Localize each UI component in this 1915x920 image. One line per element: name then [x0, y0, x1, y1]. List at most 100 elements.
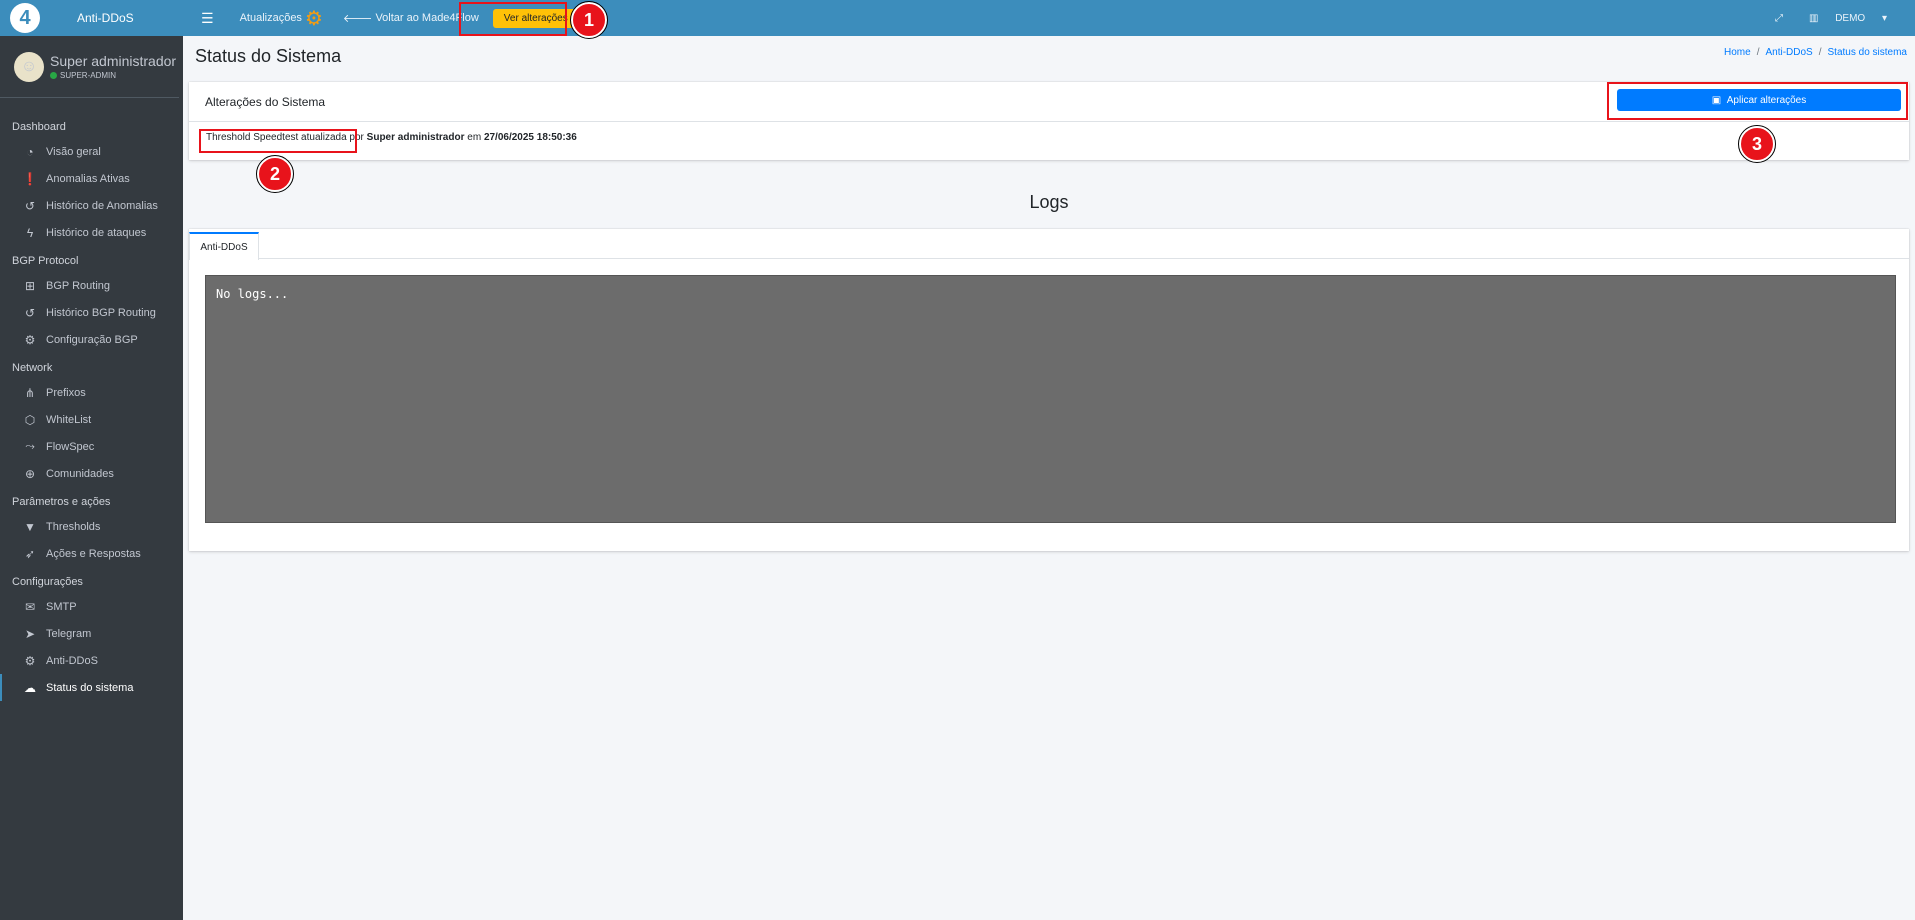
sidebar-item-label: Anti-DDoS: [46, 654, 98, 667]
telegram-icon: ➤: [24, 626, 36, 641]
sidebar-item-acoes-respostas[interactable]: ➶ Ações e Respostas: [0, 540, 183, 567]
route-icon: ⤳: [25, 439, 35, 453]
page-title: Status do Sistema: [195, 46, 342, 66]
shield-icon: ⬡: [24, 412, 36, 427]
content: Status do Sistema Home / Anti-DDoS / Status …: [183, 36, 1915, 920]
sidebar-item-label: Visão geral: [46, 145, 101, 158]
brand-logo-icon: 4: [10, 3, 40, 33]
sidebar-item-label: Prefixos: [46, 386, 86, 399]
brand[interactable]: 4 Anti-DDoS: [0, 0, 183, 36]
sidebar: 4 Anti-DDoS ☺ Super administrador SUPER-…: [0, 0, 183, 920]
sidebar-item-label: Thresholds: [46, 520, 101, 533]
logs-card: Anti-DDoS No logs...: [189, 229, 1909, 551]
exclamation-icon: ❗: [22, 171, 38, 186]
log-output[interactable]: No logs...: [205, 275, 1896, 523]
sidebar-item-prefixos[interactable]: ⋔ Prefixos: [0, 379, 183, 406]
cloud-upload-icon: ☁: [24, 680, 36, 695]
sidebar-item-label: Histórico de ataques: [46, 226, 147, 239]
breadcrumb-home[interactable]: Home: [1724, 47, 1751, 58]
sidebar-item-configuracao-bgp[interactable]: ⚙ Configuração BGP: [0, 326, 183, 353]
user-name[interactable]: Super administrador: [50, 53, 176, 69]
account-label: DEMO: [1835, 12, 1866, 24]
annotation-badge-3: 3: [1738, 125, 1776, 163]
sidebar-item-label: FlowSpec: [46, 440, 95, 453]
annotation-box-1: [459, 2, 567, 36]
sidebar-item-label: Anomalias Ativas: [46, 172, 130, 185]
sidebar-item-telegram[interactable]: ➤ Telegram: [0, 620, 183, 647]
sidebar-item-status-sistema[interactable]: ☁ Status do sistema: [0, 674, 183, 701]
tachometer-icon: ◔: [26, 144, 34, 159]
breadcrumb-separator: /: [1756, 47, 1760, 58]
breadcrumb-anti-ddos[interactable]: Anti-DDoS: [1765, 47, 1812, 58]
sitemap-icon: ⊞: [24, 278, 36, 293]
mail-server-icon: ✉: [24, 599, 36, 614]
sidebar-item-label: Configuração BGP: [46, 333, 138, 346]
globe-icon: ⊕: [24, 466, 36, 481]
annotation-badge-2: 2: [256, 155, 294, 193]
sidebar-item-flowspec[interactable]: ⤳ FlowSpec: [0, 433, 183, 460]
sidebar-item-label: WhiteList: [46, 413, 92, 426]
hamburger-menu-icon[interactable]: ☰: [201, 10, 214, 27]
breadcrumb-separator: /: [1818, 47, 1822, 58]
gears-icon: ⚙: [24, 653, 36, 668]
user-role-text: SUPER-ADMIN: [60, 71, 117, 80]
user-panel[interactable]: ☺ Super administrador SUPER-ADMIN: [0, 36, 179, 98]
sidebar-item-label: BGP Routing: [46, 279, 111, 292]
sidebar-item-anomalias-ativas[interactable]: ❗ Anomalias Ativas: [0, 165, 183, 192]
sidebar-item-comunidades[interactable]: ⊕ Comunidades: [0, 460, 183, 487]
user-info: Super administrador SUPER-ADMIN: [50, 53, 176, 80]
change-entry-user: Super administrador: [366, 132, 465, 143]
tab-anti-ddos[interactable]: Anti-DDoS: [189, 232, 259, 260]
sidebar-item-label: SMTP: [46, 600, 77, 613]
breadcrumb-current: Status do sistema: [1827, 47, 1907, 58]
sidebar-item-historico-ataques[interactable]: ϟ Histórico de ataques: [0, 219, 183, 246]
updates-label: Atualizações: [239, 12, 302, 24]
account-dropdown[interactable]: ▥ DEMO ▾: [1809, 13, 1901, 24]
arrow-left-icon: 🡐: [342, 13, 373, 25]
top-right-controls: ⤢ ▥ DEMO ▾: [1775, 13, 1915, 24]
history-icon: ↺: [24, 305, 36, 320]
brand-text: Anti-DDoS: [77, 11, 134, 25]
sidebar-item-bgp-routing[interactable]: ⊞ BGP Routing: [0, 272, 183, 299]
nav-header-network: Network: [12, 362, 53, 374]
change-entry-time: 27/06/2025 18:50:36: [483, 132, 577, 143]
building-icon: ▥: [1808, 12, 1819, 24]
breadcrumb: Home / Anti-DDoS / Status do sistema: [1724, 47, 1907, 58]
sidebar-item-label: Histórico BGP Routing: [46, 306, 156, 319]
gear-icon: ⚙: [304, 7, 323, 30]
sidebar-item-label: Telegram: [46, 627, 92, 640]
sidebar-item-whitelist[interactable]: ⬡ WhiteList: [0, 406, 183, 433]
sidebar-item-historico-anomalias[interactable]: ↺ Histórico de Anomalias: [0, 192, 183, 219]
annotation-badge-1: 1: [570, 1, 608, 39]
sidebar-item-anti-ddos[interactable]: ⚙ Anti-DDoS: [0, 647, 183, 674]
nav-header-dashboard: Dashboard: [12, 121, 66, 133]
online-status-icon: [50, 72, 57, 79]
sidebar-item-label: Histórico de Anomalias: [46, 199, 158, 212]
nav-header-bgp: BGP Protocol: [12, 255, 79, 267]
nav-header-configuracoes: Configurações: [12, 576, 83, 588]
caret-down-icon: ▾: [1881, 12, 1887, 24]
logs-tabs: Anti-DDoS: [189, 229, 1909, 260]
sidebar-item-smtp[interactable]: ✉ SMTP: [0, 593, 183, 620]
rocket-icon: ➶: [24, 546, 36, 561]
sidebar-item-visao-geral[interactable]: ◔ Visão geral: [0, 138, 183, 165]
fullscreen-icon[interactable]: ⤢: [1775, 13, 1783, 24]
bolt-icon: ϟ: [26, 225, 34, 240]
sidebar-item-label: Comunidades: [46, 467, 114, 480]
sidebar-item-label: Ações e Respostas: [46, 547, 141, 560]
change-entry-on: em: [464, 132, 484, 143]
sidebar-item-thresholds[interactable]: ▼ Thresholds: [0, 513, 183, 540]
history-icon: ↺: [24, 198, 36, 213]
gear-icon: ⚙: [24, 332, 36, 347]
updates-link[interactable]: Atualizações ⚙: [240, 6, 323, 31]
annotation-box-2: [199, 129, 357, 153]
sidebar-nav: Dashboard ◔ Visão geral ❗ Anomalias Ativas…: [0, 98, 183, 701]
topbar: ☰ Atualizações ⚙ 🡐 Voltar ao Made4Flow Ve…: [183, 0, 1915, 36]
nav-header-parametros: Parâmetros e ações: [12, 496, 111, 508]
annotation-box-3: [1607, 82, 1908, 120]
sidebar-item-historico-bgp[interactable]: ↺ Histórico BGP Routing: [0, 299, 183, 326]
sidebar-item-label: Status do sistema: [46, 681, 134, 694]
logs-title: Logs: [1029, 192, 1069, 212]
avatar: ☺: [14, 51, 44, 82]
change-entry: Threshold Speedtest atualizada por Super…: [189, 122, 1909, 153]
